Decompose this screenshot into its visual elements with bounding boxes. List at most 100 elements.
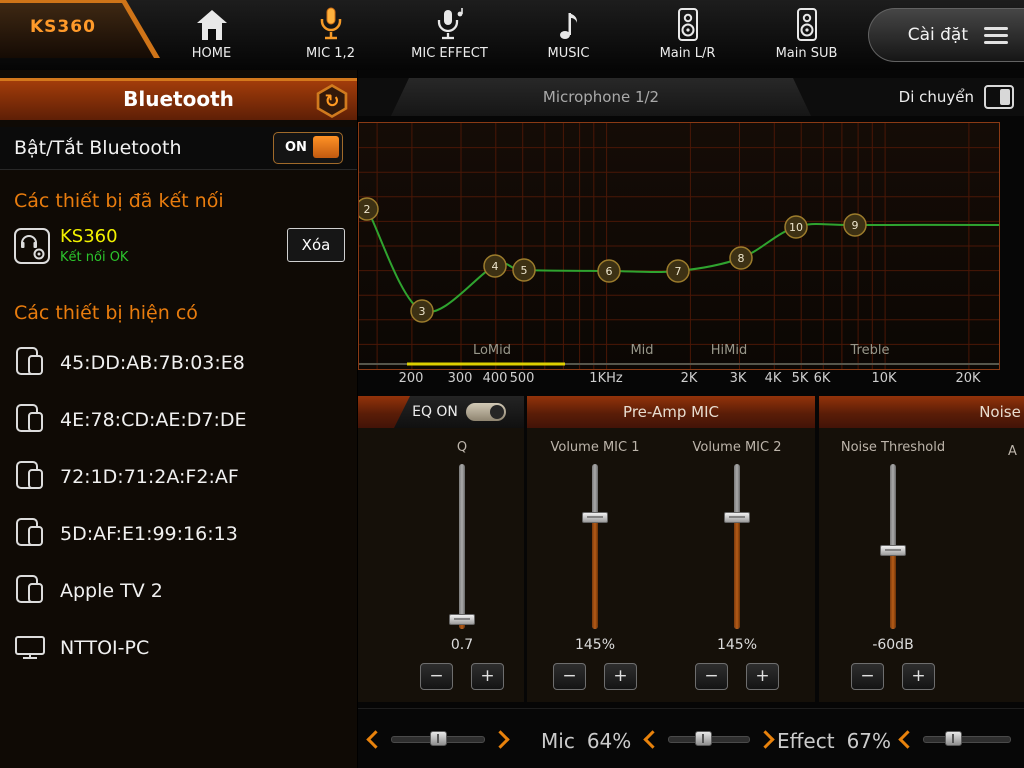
eq-panel-header: EQ ON (357, 396, 524, 428)
menu-icon (984, 27, 1008, 44)
device-name: 5D:AF:E1:99:16:13 (60, 523, 238, 545)
nav-main-sub[interactable]: Main SUB (747, 0, 866, 70)
mic-effect-icon (433, 5, 467, 45)
mic-value: 64% (587, 729, 631, 753)
eq-band-point[interactable]: 9 (844, 214, 866, 236)
move-window-icon (984, 85, 1014, 109)
slider-handle[interactable] (880, 545, 906, 556)
q-plus-button[interactable]: + (471, 663, 504, 690)
device-row[interactable]: 5D:AF:E1:99:16:13 (0, 505, 357, 562)
slider-right-arrow[interactable] (1017, 730, 1024, 748)
bluetooth-panel: Bluetooth Bật/Tắt Bluetooth ON Các thiết… (0, 70, 358, 768)
device-name: 72:1D:71:2A:F2:AF (60, 466, 239, 488)
svg-text:2: 2 (364, 203, 371, 216)
tab-microphone-12[interactable]: Microphone 1/2 (391, 78, 811, 116)
eq-band-point[interactable]: 4 (484, 255, 506, 277)
mic-volume-readout: Mic 64% (541, 729, 631, 753)
device-row[interactable]: 72:1D:71:2A:F2:AF (0, 448, 357, 505)
mic-volume-track[interactable] (668, 736, 750, 743)
device-row[interactable]: NTTOI-PC (0, 619, 357, 676)
noise-plus-button[interactable]: + (902, 663, 935, 690)
svg-text:3: 3 (419, 305, 426, 318)
mix-footer: Mic 64% Effect 67% (357, 708, 1024, 768)
footer-slider-1-track[interactable] (391, 736, 485, 743)
footer-slider-1[interactable] (369, 725, 507, 753)
slider-handle[interactable] (724, 512, 750, 523)
nav-music[interactable]: MUSIC (509, 0, 628, 70)
eq-band-point[interactable]: 7 (667, 260, 689, 282)
eq-curve-chart[interactable]: 2 3 4 5 6 7 8 10 9 (359, 123, 999, 369)
freq-tick: 4K (765, 371, 782, 386)
volume-mic2-plus-button[interactable]: + (746, 663, 779, 690)
freq-tick: 10K (871, 371, 896, 386)
effect-volume-track[interactable] (923, 736, 1011, 743)
slider-left-arrow[interactable] (643, 730, 661, 748)
toggle-knob (313, 136, 339, 158)
available-devices-list: 45:DD:AB:7B:03:E8 4E:78:CD:AE:D7:DE 72:1… (0, 334, 357, 676)
svg-text:5: 5 (521, 264, 528, 277)
device-row[interactable]: 4E:78:CD:AE:D7:DE (0, 391, 357, 448)
noise-title: Noise (979, 396, 1021, 428)
device-row[interactable]: 45:DD:AB:7B:03:E8 (0, 334, 357, 391)
freq-tick: 6K (814, 371, 831, 386)
band-label: LoMid (473, 343, 511, 358)
volume-mic2-value: 145% (677, 637, 797, 653)
noise-minus-button[interactable]: − (851, 663, 884, 690)
volume-mic1-slider-group: Volume MIC 1 145% − + (535, 440, 655, 690)
effect-volume-slider[interactable] (901, 725, 1024, 753)
pc-icon (13, 629, 47, 667)
preamp-title: Pre-Amp MIC (527, 396, 815, 428)
device-tab[interactable]: KS360 (0, 0, 160, 58)
eq-band-point[interactable]: 5 (513, 259, 535, 281)
device-name: 4E:78:CD:AE:D7:DE (60, 409, 247, 431)
slider-handle[interactable] (449, 614, 475, 625)
karaoke-device-icon (12, 226, 52, 270)
eq-band-point[interactable]: 8 (730, 247, 752, 269)
volume-mic2-minus-button[interactable]: − (695, 663, 728, 690)
move-button[interactable]: Di chuyển (899, 83, 1014, 111)
bluetooth-power-toggle[interactable]: ON (273, 132, 343, 164)
slider-handle[interactable] (945, 731, 962, 746)
nav-main-lr[interactable]: Main L/R (628, 0, 747, 70)
nav-main-lr-label: Main L/R (660, 46, 716, 61)
device-row[interactable]: Apple TV 2 (0, 562, 357, 619)
mic-volume-slider[interactable] (646, 725, 772, 753)
q-slider[interactable] (459, 464, 465, 629)
slider-handle[interactable] (695, 731, 712, 746)
volume-mic2-slider[interactable] (734, 464, 740, 629)
connected-device-status: Kết nối OK (60, 250, 128, 265)
noise-threshold-label: Noise Threshold (833, 440, 953, 456)
mic-tabbar: Microphone 1/2 Di chuyển (357, 78, 1024, 116)
q-minus-button[interactable]: − (420, 663, 453, 690)
nav-mic-12[interactable]: MIC 1,2 (271, 0, 390, 70)
eq-band-point[interactable]: 10 (785, 216, 807, 238)
eq-on-toggle[interactable]: EQ ON (394, 396, 524, 428)
svg-text:4: 4 (492, 260, 499, 273)
nav-home[interactable]: HOME (152, 0, 271, 70)
slider-handle[interactable] (430, 731, 447, 746)
nav-mic-effect-label: MIC EFFECT (411, 46, 488, 61)
nav-home-label: HOME (192, 46, 231, 61)
eq-on-label: EQ ON (412, 404, 458, 420)
volume-mic1-minus-button[interactable]: − (553, 663, 586, 690)
slider-left-arrow[interactable] (366, 730, 384, 748)
settings-button[interactable]: Cài đặt (868, 8, 1024, 62)
eq-band-point[interactable]: 6 (598, 260, 620, 282)
remove-device-button[interactable]: Xóa (287, 228, 345, 262)
volume-mic1-plus-button[interactable]: + (604, 663, 637, 690)
slider-right-arrow[interactable] (491, 730, 509, 748)
nav-mic-effect[interactable]: MIC EFFECT (390, 0, 509, 70)
noise-threshold-slider[interactable] (890, 464, 896, 629)
slider-right-arrow[interactable] (756, 730, 774, 748)
eq-toggle-switch[interactable] (466, 403, 506, 421)
slider-handle[interactable] (582, 512, 608, 523)
home-icon (195, 5, 229, 45)
music-note-icon (552, 5, 586, 45)
slider-left-arrow[interactable] (898, 730, 916, 748)
connected-device-row[interactable]: KS360 Kết nối OK Xóa (0, 220, 357, 278)
freq-tick: 5K (792, 371, 809, 386)
eq-band-point[interactable]: 3 (411, 300, 433, 322)
volume-mic1-slider[interactable] (592, 464, 598, 629)
volume-mic1-value: 145% (535, 637, 655, 653)
eq-band-point[interactable]: 2 (359, 198, 378, 220)
